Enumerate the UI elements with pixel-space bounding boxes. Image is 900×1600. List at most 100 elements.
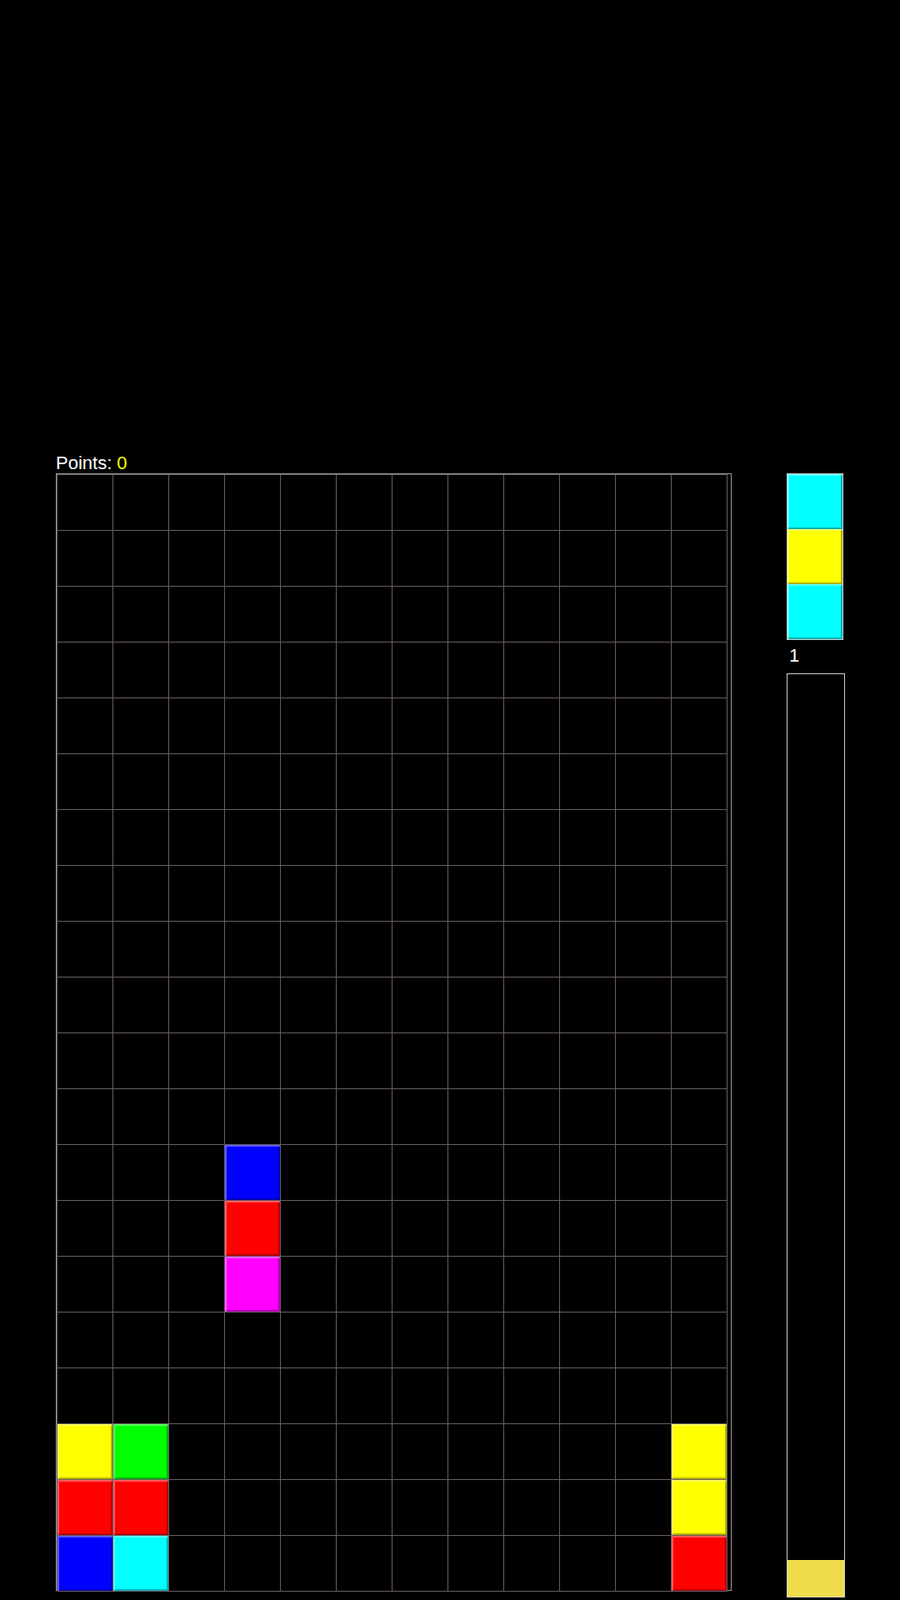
board-cell bbox=[560, 1033, 615, 1089]
board-cell bbox=[336, 810, 392, 865]
board-cell bbox=[560, 1535, 615, 1591]
board-cell bbox=[671, 475, 727, 530]
board-cell bbox=[225, 1312, 280, 1368]
board-cell bbox=[336, 1368, 392, 1424]
board-cell bbox=[225, 1424, 280, 1480]
board-cell bbox=[280, 530, 336, 586]
board-cell bbox=[113, 1033, 169, 1089]
board-cell bbox=[392, 475, 448, 530]
board-cell bbox=[280, 865, 336, 921]
board-cell bbox=[615, 1200, 671, 1256]
board-cell bbox=[615, 810, 671, 865]
board-cell bbox=[113, 475, 169, 530]
board-cell bbox=[336, 475, 392, 530]
board-cell bbox=[392, 642, 448, 698]
board-cell bbox=[392, 586, 448, 642]
board-cell bbox=[615, 1145, 671, 1200]
board-cell bbox=[113, 586, 169, 642]
board-cell bbox=[225, 1033, 280, 1089]
gem bbox=[225, 1200, 280, 1256]
board-cell bbox=[57, 1089, 113, 1145]
gem bbox=[113, 1480, 169, 1535]
board-cell bbox=[504, 475, 560, 530]
board-cell bbox=[225, 475, 280, 530]
board-cell bbox=[504, 1145, 560, 1200]
board-cell bbox=[504, 1535, 560, 1591]
board-cell bbox=[448, 642, 504, 698]
play-area: Points: 0 bbox=[55, 452, 732, 1591]
board-cell bbox=[560, 754, 615, 810]
board-cell bbox=[113, 698, 169, 754]
gem bbox=[671, 1480, 727, 1535]
board-cell bbox=[504, 1480, 560, 1535]
board-cell bbox=[169, 1480, 225, 1535]
gem bbox=[113, 1424, 169, 1480]
board-cell bbox=[671, 1200, 727, 1256]
board-cell bbox=[448, 977, 504, 1033]
board-cell bbox=[336, 1480, 392, 1535]
board-cell bbox=[615, 754, 671, 810]
board-cell bbox=[336, 921, 392, 977]
board-cell bbox=[169, 1424, 225, 1480]
board-cell bbox=[392, 1200, 448, 1256]
board-cell bbox=[560, 977, 615, 1033]
board-cell bbox=[336, 1033, 392, 1089]
level-label: 1 bbox=[786, 640, 845, 674]
board-cell bbox=[504, 921, 560, 977]
board-cell bbox=[448, 1200, 504, 1256]
board-cell bbox=[169, 921, 225, 977]
board-cell bbox=[280, 475, 336, 530]
board-cell bbox=[615, 1089, 671, 1145]
board-cell bbox=[615, 1312, 671, 1368]
board-cell bbox=[280, 754, 336, 810]
board-cell bbox=[615, 977, 671, 1033]
board-cell bbox=[448, 1312, 504, 1368]
board-cell bbox=[280, 586, 336, 642]
board-cell bbox=[225, 1089, 280, 1145]
board-cell bbox=[560, 1256, 615, 1312]
board-cell bbox=[57, 642, 113, 698]
board-cell bbox=[671, 530, 727, 586]
board-cell bbox=[504, 1312, 560, 1368]
board-cell bbox=[560, 1480, 615, 1535]
board-cell bbox=[280, 1089, 336, 1145]
board-cell bbox=[448, 810, 504, 865]
board-cell bbox=[57, 1256, 113, 1312]
board-cell bbox=[615, 475, 671, 530]
next-gem bbox=[787, 584, 843, 640]
board-cell bbox=[560, 642, 615, 698]
board-cell bbox=[57, 1312, 113, 1368]
next-piece bbox=[786, 473, 844, 640]
board-cell bbox=[336, 1424, 392, 1480]
board-cell bbox=[113, 1089, 169, 1145]
board-cell bbox=[615, 530, 671, 586]
board-cell bbox=[448, 754, 504, 810]
board-cell bbox=[57, 1145, 113, 1200]
board-cell bbox=[169, 1145, 225, 1200]
board-cell bbox=[392, 921, 448, 977]
board-cell bbox=[225, 586, 280, 642]
board-cell bbox=[504, 1089, 560, 1145]
board-cell bbox=[169, 1089, 225, 1145]
board-cell bbox=[671, 586, 727, 642]
board-cell bbox=[671, 754, 727, 810]
board-cell bbox=[225, 1368, 280, 1424]
board-cell bbox=[671, 698, 727, 754]
board-cell bbox=[336, 530, 392, 586]
board-cell bbox=[169, 586, 225, 642]
board-cell bbox=[57, 810, 113, 865]
board-cell bbox=[113, 1312, 169, 1368]
level-meter bbox=[786, 673, 845, 1598]
board-cell bbox=[169, 530, 225, 586]
board-cell bbox=[169, 475, 225, 530]
board-cell bbox=[504, 1368, 560, 1424]
board bbox=[55, 473, 732, 1591]
board-cell bbox=[615, 698, 671, 754]
board-cell bbox=[57, 698, 113, 754]
board-cell bbox=[336, 1256, 392, 1312]
board-cell bbox=[280, 1312, 336, 1368]
board-cell bbox=[169, 698, 225, 754]
board-cell bbox=[671, 1368, 727, 1424]
board-cell bbox=[671, 1089, 727, 1145]
board-cell bbox=[113, 810, 169, 865]
